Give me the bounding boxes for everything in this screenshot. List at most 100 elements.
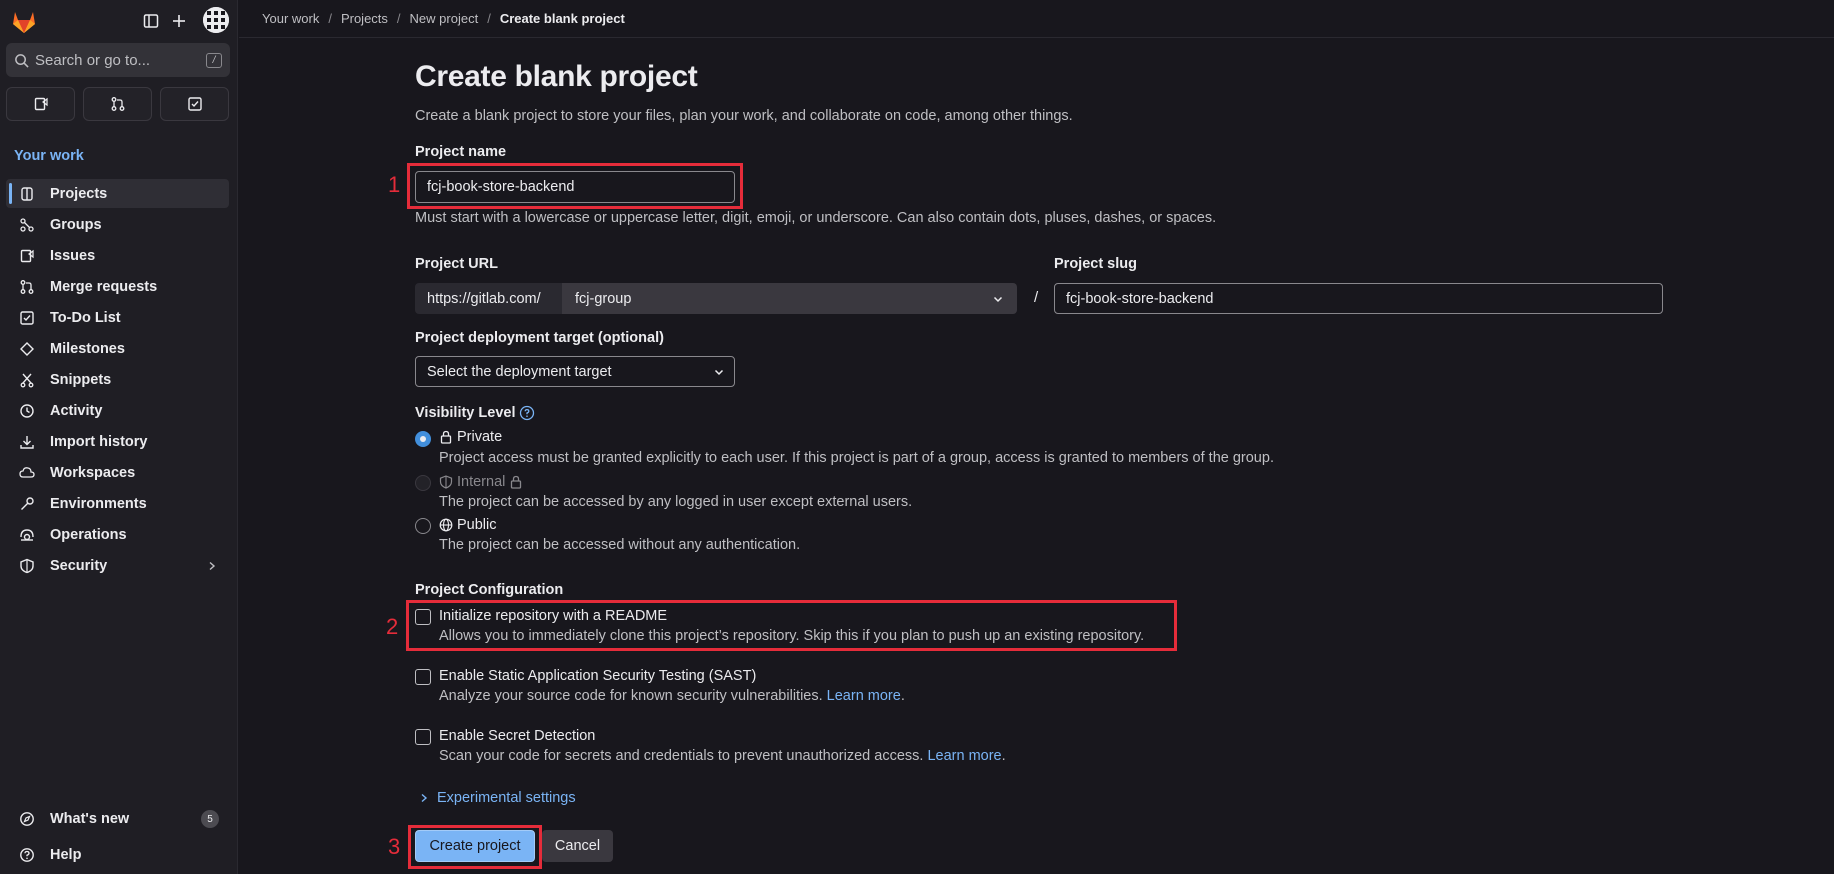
sidebar-top bbox=[8, 6, 229, 34]
lock-icon bbox=[439, 430, 453, 444]
visibility-internal-radio bbox=[415, 475, 431, 491]
readme-description: Allows you to immediately clone this pro… bbox=[439, 628, 1145, 644]
group-icon bbox=[18, 217, 36, 233]
secret-detection-label[interactable]: Enable Secret Detection bbox=[439, 728, 595, 744]
project-name-value: fcj-book-store-backend bbox=[427, 179, 575, 195]
sidebar-item-projects[interactable]: Projects bbox=[6, 179, 229, 208]
sidebar-item-groups[interactable]: Groups bbox=[6, 210, 229, 239]
readme-checkbox[interactable] bbox=[415, 609, 431, 625]
sidebar-item-label: Environments bbox=[50, 495, 147, 512]
sidebar-item-merge-requests[interactable]: Merge requests bbox=[6, 272, 229, 301]
visibility-public-label: Public bbox=[457, 517, 497, 533]
readme-label[interactable]: Initialize repository with a README bbox=[439, 608, 667, 624]
visibility-internal-label: Internal bbox=[457, 474, 506, 490]
sast-checkbox[interactable] bbox=[415, 669, 431, 685]
whats-new-count-badge: 5 bbox=[201, 810, 219, 828]
sidebar-item-label: Workspaces bbox=[50, 464, 136, 481]
namespace-value: fcj-group bbox=[575, 290, 632, 307]
sidebar-item-label: Merge requests bbox=[50, 278, 158, 295]
experimental-settings-toggle[interactable]: Experimental settings bbox=[419, 790, 576, 806]
secret-learn-more-link[interactable]: Learn more bbox=[927, 748, 1001, 764]
experimental-settings-label: Experimental settings bbox=[437, 790, 576, 806]
visibility-private-option[interactable]: Private bbox=[439, 429, 502, 445]
sidebar-item-snippets[interactable]: Snippets bbox=[6, 365, 229, 394]
secret-detection-checkbox[interactable] bbox=[415, 729, 431, 745]
sast-period: . bbox=[900, 688, 905, 704]
visibility-private-label: Private bbox=[457, 429, 503, 445]
visibility-public-radio[interactable] bbox=[415, 518, 431, 534]
breadcrumb-projects[interactable]: Projects bbox=[341, 11, 388, 26]
create-project-button[interactable]: Create project bbox=[415, 830, 535, 862]
deployment-target-select[interactable]: Select the deployment target bbox=[415, 356, 735, 387]
plus-icon[interactable] bbox=[166, 8, 192, 34]
todo-icon bbox=[187, 97, 202, 111]
milestone-icon bbox=[18, 341, 36, 357]
whats-new-button[interactable]: What's new 5 bbox=[6, 802, 229, 836]
page-description: Create a blank project to store your fil… bbox=[415, 108, 1073, 124]
search-shortcut: / bbox=[206, 52, 222, 68]
sidebar-item-todo-list[interactable]: To-Do List bbox=[6, 303, 229, 332]
sidebar-item-activity[interactable]: Activity bbox=[6, 396, 229, 425]
visibility-internal-option: Internal bbox=[439, 474, 523, 490]
secret-detection-description: Scan your code for secrets and credentia… bbox=[439, 748, 1006, 764]
breadcrumb-separator: / bbox=[396, 11, 401, 26]
project-name-label: Project name bbox=[415, 144, 507, 160]
search-icon bbox=[14, 53, 29, 68]
help-button[interactable]: Help bbox=[6, 838, 229, 872]
url-slash: / bbox=[1034, 289, 1039, 306]
issues-icon bbox=[34, 97, 48, 111]
visibility-public-option[interactable]: Public bbox=[439, 517, 497, 533]
todo-button[interactable] bbox=[160, 87, 229, 121]
deployment-target-value: Select the deployment target bbox=[427, 363, 612, 380]
snippet-icon bbox=[18, 372, 36, 388]
deployment-target-label: Project deployment target (optional) bbox=[415, 330, 664, 346]
breadcrumb-new-project[interactable]: New project bbox=[410, 11, 479, 26]
cancel-button[interactable]: Cancel bbox=[542, 830, 613, 862]
breadcrumb-your-work[interactable]: Your work bbox=[262, 11, 319, 26]
avatar[interactable] bbox=[203, 7, 229, 33]
search-input[interactable]: Search or go to... / bbox=[6, 43, 230, 77]
sidebar-item-issues[interactable]: Issues bbox=[6, 241, 229, 270]
sidebar-item-operations[interactable]: Operations bbox=[6, 520, 229, 549]
sast-description: Analyze your source code for known secur… bbox=[439, 688, 905, 704]
breadcrumb-separator: / bbox=[487, 11, 491, 26]
annotation-number-1: 1 bbox=[388, 172, 401, 197]
sidebar-item-label: Snippets bbox=[50, 371, 112, 388]
project-icon bbox=[18, 186, 36, 202]
help-icon bbox=[18, 847, 36, 863]
breadcrumb-current[interactable]: Create blank project bbox=[500, 11, 625, 26]
assigned-issues-button[interactable] bbox=[6, 87, 75, 121]
namespace-dropdown[interactable]: fcj-group bbox=[562, 283, 1017, 314]
sidebar-item-environments[interactable]: Environments bbox=[6, 489, 229, 518]
todo-icon bbox=[18, 310, 36, 326]
project-slug-value: fcj-book-store-backend bbox=[1066, 290, 1214, 307]
page-title: Create blank project bbox=[415, 60, 698, 93]
whats-new-label: What's new bbox=[50, 811, 130, 827]
sidebar-item-security[interactable]: Security bbox=[6, 551, 229, 580]
question-circle-icon[interactable] bbox=[519, 405, 535, 421]
shield-icon bbox=[18, 558, 36, 574]
sast-label[interactable]: Enable Static Application Security Testi… bbox=[439, 668, 756, 684]
annotation-number-3: 3 bbox=[388, 834, 401, 859]
project-name-input[interactable]: fcj-book-store-backend bbox=[415, 171, 735, 203]
gitlab-logo-icon[interactable] bbox=[10, 8, 38, 34]
issues-icon bbox=[18, 248, 36, 264]
sidebar-item-label: Security bbox=[50, 557, 108, 574]
activity-icon bbox=[18, 403, 36, 419]
project-slug-input[interactable]: fcj-book-store-backend bbox=[1054, 283, 1663, 314]
secret-detection-description-text: Scan your code for secrets and credentia… bbox=[439, 748, 924, 764]
visibility-private-radio[interactable] bbox=[415, 431, 431, 447]
sidebar-item-label: Groups bbox=[50, 216, 102, 233]
sidebar-item-milestones[interactable]: Milestones bbox=[6, 334, 229, 363]
secret-period: . bbox=[1001, 748, 1006, 764]
annotation-number-2: 2 bbox=[386, 614, 399, 639]
toggle-sidebar-icon[interactable] bbox=[138, 8, 164, 34]
sidebar: Search or go to... / Your work Projects … bbox=[0, 0, 238, 874]
sast-learn-more-link[interactable]: Learn more bbox=[827, 688, 901, 704]
merge-requests-button[interactable] bbox=[83, 87, 152, 121]
project-url-label: Project URL bbox=[415, 256, 498, 272]
compass-icon bbox=[18, 811, 36, 827]
sidebar-item-workspaces[interactable]: Workspaces bbox=[6, 458, 229, 487]
section-your-work[interactable]: Your work bbox=[14, 148, 84, 164]
sidebar-item-import-history[interactable]: Import history bbox=[6, 427, 229, 456]
